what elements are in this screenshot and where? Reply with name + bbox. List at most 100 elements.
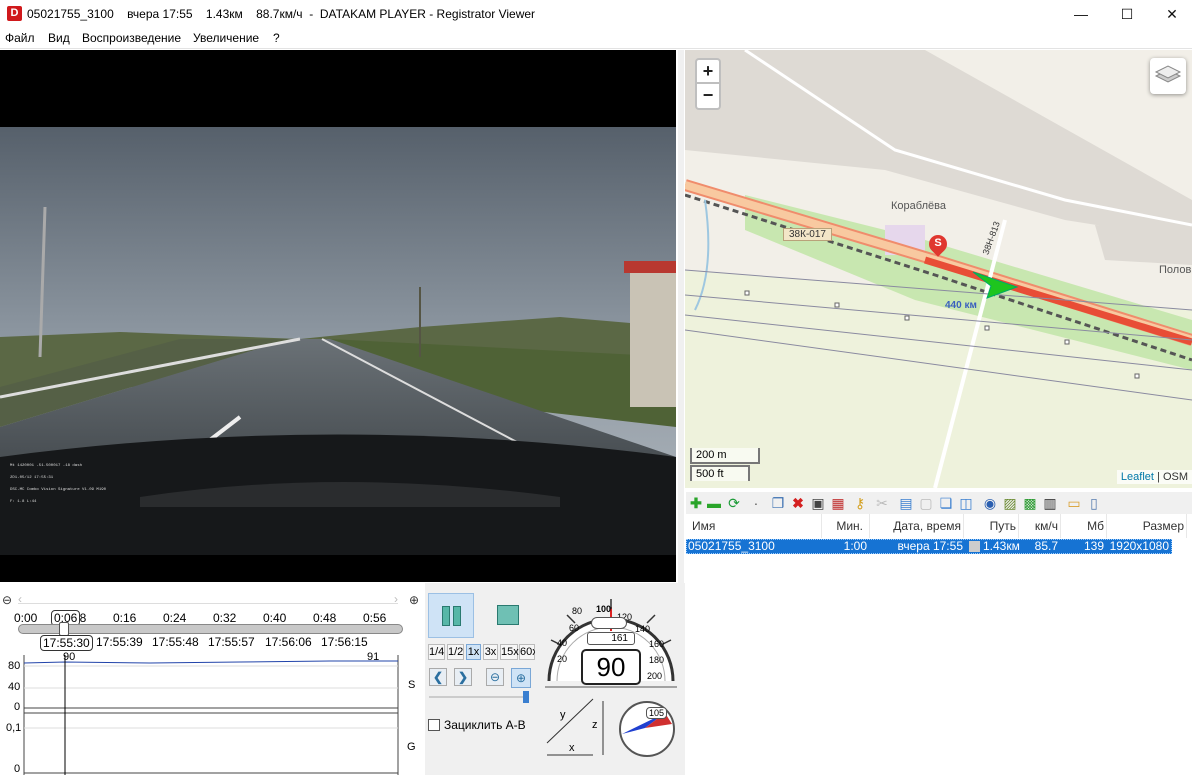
prev-frame-button[interactable]: ❮	[429, 668, 447, 686]
delete-icon[interactable]: ✖	[790, 495, 806, 511]
loop-checkbox[interactable]	[428, 719, 440, 731]
next-frame-button[interactable]: ❯	[454, 668, 472, 686]
speed-15x[interactable]: 15x	[500, 644, 519, 660]
cell-speed: 85.7	[1034, 539, 1058, 553]
accel-axis-x: x	[569, 742, 575, 754]
dot-icon[interactable]: ·	[748, 495, 764, 511]
map-view[interactable]: Кораблёва Половне 38К-017 38Н-813 440 км…	[685, 50, 1192, 488]
tile-icon[interactable]: ◫	[958, 495, 974, 511]
cut-icon[interactable]: ✂	[874, 495, 890, 511]
scale-metric: 200 m	[690, 448, 760, 464]
window-title: 05021755_3100 вчера 17:55 1.43км 88.7км/…	[27, 7, 536, 21]
table-row[interactable]: 05021755_3100 1:00 вчера 17:55 1.43км 85…	[686, 539, 1172, 554]
speed-1x[interactable]: 1x	[466, 644, 481, 660]
timeline-panel[interactable]: ⊖ ‹ › ⊕ 0:00 0:08 0:16 0:24 0:32 0:40 0:…	[0, 583, 425, 775]
playback-controls: 1/4 1/2 1x 3x 15x 60x ❮ ❯ ⊖ ⊕ Зациклить …	[425, 583, 538, 775]
zoom-out-video-icon[interactable]: ⊖	[486, 668, 504, 686]
map-thumb-icon	[969, 541, 980, 552]
timeline-thumb[interactable]	[59, 622, 69, 636]
copy-icon[interactable]: ❐	[770, 495, 786, 511]
cell-datetime: вчера 17:55	[897, 539, 963, 553]
tick-label: 0:00	[14, 611, 38, 625]
close-button[interactable]: ✕	[1149, 0, 1192, 28]
speed-quarter[interactable]: 1/4	[428, 644, 445, 660]
speed-3x[interactable]: 3x	[483, 644, 498, 660]
stop-button[interactable]	[497, 605, 519, 625]
zoom-in-button[interactable]: +	[695, 58, 721, 84]
cascade-icon[interactable]: ❏	[938, 495, 954, 511]
col-mb[interactable]: Мб	[1061, 514, 1107, 538]
add-icon[interactable]: ✚	[688, 495, 704, 511]
scale-imperial: 500 ft	[690, 465, 750, 481]
volume-track[interactable]	[429, 696, 529, 698]
cell-path: 1.43км	[983, 539, 1020, 553]
video-pane[interactable]: Mt 1420001 -51.500017 -18 dash 2D1-05/12…	[0, 50, 676, 582]
col-datetime[interactable]: Дата, время	[870, 514, 964, 538]
export-icon[interactable]: ▩	[1022, 495, 1038, 511]
key-icon[interactable]: ⚷	[852, 495, 868, 511]
minimize-button[interactable]: —	[1058, 0, 1104, 28]
maximize-button[interactable]: ☐	[1104, 0, 1150, 28]
menu-help[interactable]: ?	[273, 31, 280, 45]
tick-label: 0:32	[213, 611, 237, 625]
record-icon[interactable]: ▦	[830, 495, 846, 511]
col-path[interactable]: Путь	[964, 514, 1019, 538]
series-label-s: S	[408, 679, 416, 691]
tick-label: 0:16	[113, 611, 137, 625]
pause-icon-bar	[453, 606, 461, 626]
km-label: 440 км	[945, 300, 977, 311]
odometer: 161	[587, 632, 635, 645]
remove-icon[interactable]: ▬	[706, 495, 722, 511]
telemetry-graph[interactable]: 90 91 80 40 0 0,1 0 S G	[0, 651, 425, 775]
clock-label-current: 17:55:30	[40, 635, 93, 651]
tick-label: 0:24	[163, 611, 187, 625]
zoom-out-icon[interactable]: ⊖	[2, 593, 12, 607]
col-minutes[interactable]: Мин.	[822, 514, 870, 538]
globe-icon[interactable]: ◉	[982, 495, 998, 511]
timeline-slider[interactable]	[18, 622, 403, 636]
leaflet-link[interactable]: Leaflet	[1121, 471, 1154, 483]
save-icon[interactable]: ▣	[810, 495, 826, 511]
scroll-right-icon[interactable]: ›	[394, 592, 398, 606]
document-icon[interactable]: ▯	[1086, 495, 1102, 511]
attribution-separator: |	[1153, 471, 1163, 483]
refresh-icon[interactable]: ⟳	[726, 495, 742, 511]
overlay-line: Mt 1420001 -51.500017 -18 dash	[10, 464, 83, 468]
dial-140: 140	[635, 624, 651, 634]
zoom-in-video-icon[interactable]: ⊕	[511, 668, 531, 688]
menu-zoom[interactable]: Увеличение	[193, 31, 259, 45]
zoom-out-button[interactable]: −	[695, 84, 721, 110]
image-icon[interactable]: ▨	[1002, 495, 1018, 511]
accel-axis-z: z	[592, 719, 598, 731]
col-speed[interactable]: км/ч	[1019, 514, 1061, 538]
volume-thumb[interactable]	[523, 691, 529, 703]
pause-button[interactable]	[428, 593, 474, 638]
menu-bar: Файл Вид Воспроизведение Увеличение ?	[0, 28, 1192, 49]
file-list[interactable]: Имя Мин. Дата, время Путь км/ч Мб Размер…	[686, 514, 1192, 775]
dial-20: 20	[557, 654, 568, 664]
film-icon[interactable]: ▥	[1042, 495, 1058, 511]
add-window-icon[interactable]: ▤	[898, 495, 914, 511]
osm-link[interactable]: OSM	[1163, 471, 1188, 483]
start-marker-label: S	[934, 237, 942, 249]
menu-file[interactable]: Файл	[5, 31, 35, 45]
col-size[interactable]: Размер	[1107, 514, 1187, 538]
tick-label: 0:40	[263, 611, 287, 625]
video-frame[interactable]: Mt 1420001 -51.500017 -18 dash 2D1-05/12…	[0, 127, 676, 555]
speed-half[interactable]: 1/2	[447, 644, 464, 660]
trip-indicator	[591, 617, 627, 629]
place-label-2: Половне	[1159, 264, 1192, 276]
col-name[interactable]: Имя	[692, 514, 822, 538]
start-marker[interactable]: S	[925, 231, 951, 259]
select-icon[interactable]: ▢	[918, 495, 934, 511]
zoom-in-icon[interactable]: ⊕	[409, 593, 419, 607]
menu-view[interactable]: Вид	[48, 31, 70, 45]
speed-60x[interactable]: 60x	[519, 644, 538, 660]
folder-icon[interactable]: ▭	[1066, 495, 1082, 511]
timeline-scroll[interactable]	[18, 603, 398, 604]
title-bar: D 05021755_3100 вчера 17:55 1.43км 88.7к…	[0, 0, 1192, 28]
menu-playback[interactable]: Воспроизведение	[82, 31, 181, 45]
dial-40: 40	[557, 638, 568, 648]
clock-label: 17:56:06	[265, 635, 312, 649]
layers-icon[interactable]	[1150, 58, 1186, 94]
